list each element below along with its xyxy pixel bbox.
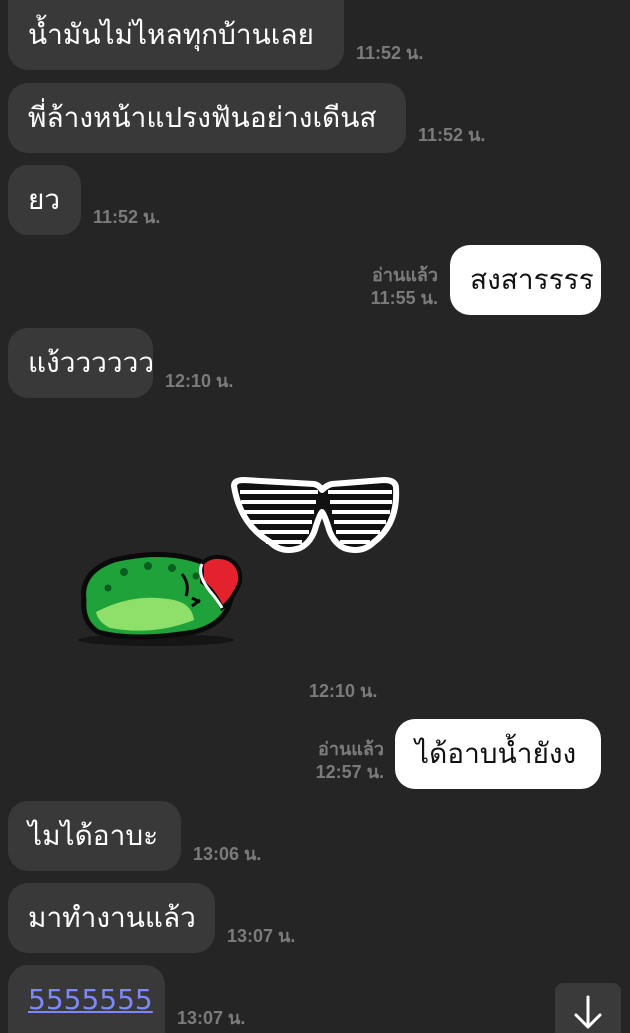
message-bubble-incoming[interactable]: ยว — [8, 165, 81, 235]
message-timestamp: 11:52 น. — [356, 43, 424, 63]
message-bubble-incoming[interactable]: ไมได้อาบะ — [8, 801, 181, 871]
message-timestamp: 13:06 น. — [193, 844, 262, 864]
message-text: ยว — [28, 183, 61, 216]
phone-number-link[interactable]: 5555555 — [28, 984, 153, 1016]
message-bubble-outgoing[interactable]: ได้อาบน้ำยังง — [395, 719, 601, 789]
message-read-status: อ่านแล้ว 12:57 น. — [286, 738, 384, 784]
sunglasses-icon — [231, 477, 400, 553]
scroll-to-bottom-button[interactable] — [555, 983, 621, 1033]
chat-message-list[interactable]: น้ำมันไม่ไหลทุกบ้านเลย 11:52 น. พี่ล้างห… — [0, 0, 630, 1033]
message-timestamp: 11:52 น. — [93, 207, 161, 227]
message-timestamp: 11:52 น. — [418, 125, 486, 145]
message-timestamp: 13:07 น. — [177, 1008, 246, 1028]
message-bubble-incoming[interactable]: แง้วววววว — [8, 328, 155, 398]
message-timestamp: 12:10 น. — [165, 371, 234, 391]
message-timestamp: 13:07 น. — [227, 926, 296, 946]
message-text: พี่ล้างหน้าแปรงฟันอย่างเดีนส — [28, 101, 377, 134]
read-receipt: อ่านแล้ว — [318, 739, 384, 759]
message-text: แง้วววววว — [28, 346, 155, 379]
message-timestamp: 11:55 น. — [370, 288, 438, 308]
cucumber-sunglasses-sticker[interactable] — [74, 472, 414, 650]
read-receipt: อ่านแล้ว — [372, 265, 438, 285]
message-timestamp: 12:57 น. — [315, 762, 384, 782]
message-bubble-incoming[interactable]: น้ำมันไม่ไหลทุกบ้านเลย — [8, 0, 344, 70]
message-bubble-outgoing[interactable]: สงสารรรร — [450, 245, 601, 315]
message-text: ไมได้อาบะ — [28, 819, 159, 852]
message-text: น้ำมันไม่ไหลทุกบ้านเลย — [28, 18, 314, 51]
message-text: ได้อาบน้ำยังง — [415, 737, 577, 770]
message-timestamp: 12:10 น. — [309, 681, 378, 701]
message-bubble-incoming[interactable]: พี่ล้างหน้าแปรงฟันอย่างเดีนส — [8, 83, 406, 153]
cucumber-icon — [78, 552, 243, 646]
message-read-status: อ่านแล้ว 11:55 น. — [340, 264, 438, 310]
message-bubble-incoming[interactable]: มาทำงานแล้ว — [8, 883, 215, 953]
message-text: มาทำงานแล้ว — [28, 901, 196, 934]
arrow-down-icon — [574, 995, 602, 1029]
message-text: สงสารรรร — [470, 263, 594, 296]
message-bubble-incoming[interactable]: 5555555 — [8, 965, 165, 1033]
